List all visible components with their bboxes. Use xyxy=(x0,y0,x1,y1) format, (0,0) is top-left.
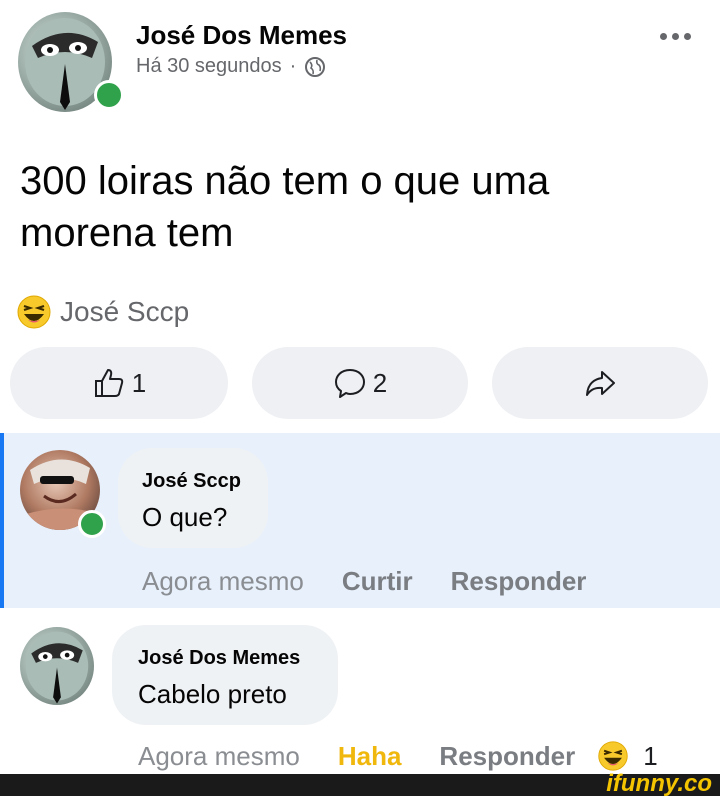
comment-2-haha-button[interactable]: Haha xyxy=(338,741,402,772)
comment-2-reply-button[interactable]: Responder xyxy=(439,741,575,772)
comment-2-haha-emoji-icon xyxy=(598,741,628,771)
comment-1-author[interactable]: José Sccp xyxy=(142,470,241,493)
ifunny-watermark: ifunny.co xyxy=(606,770,712,797)
online-status-dot xyxy=(94,80,124,110)
globe-icon xyxy=(305,56,326,77)
more-options-icon[interactable] xyxy=(660,30,696,42)
comment-2-time[interactable]: Agora mesmo xyxy=(138,741,300,772)
thumbs-up-icon xyxy=(94,369,123,397)
meta-separator: · xyxy=(289,55,297,77)
comment-2-bubble[interactable]: José Dos Memes Cabelo preto xyxy=(112,625,338,725)
reactor-name: José Sccp xyxy=(60,296,190,327)
share-arrow-icon xyxy=(586,371,615,396)
comment-1-reply-button[interactable]: Responder xyxy=(451,566,587,597)
post-text: 300 loiras não tem o que uma morena tem xyxy=(20,155,549,259)
reactions-summary[interactable]: José Sccp xyxy=(16,294,189,330)
comment-bubble-icon xyxy=(334,369,365,398)
comment-2-actions: Agora mesmo Haha Responder 1 xyxy=(138,740,658,772)
comment-count: 2 xyxy=(372,367,388,398)
post-meta: Há 30 segundos · xyxy=(136,55,326,78)
share-button[interactable] xyxy=(492,347,708,419)
post-time[interactable]: Há 30 segundos xyxy=(136,55,282,78)
comment-2-text: Cabelo preto xyxy=(138,679,287,709)
watermark-bar: ifunny.co xyxy=(0,770,720,797)
comment-2-author[interactable]: José Dos Memes xyxy=(138,647,300,670)
post-text-line2: morena tem xyxy=(20,211,234,255)
comment-1-text: O que? xyxy=(142,502,228,532)
post-author-name[interactable]: José Dos Memes xyxy=(136,20,347,51)
joker-avatar-small-icon xyxy=(25,631,89,704)
comment-2-reaction-count: 1 xyxy=(643,740,658,771)
comment-button[interactable]: 2 xyxy=(252,347,468,419)
post-text-line1: 300 loiras não tem o que uma xyxy=(20,159,550,203)
comment-1-bubble[interactable]: José Sccp O que? xyxy=(118,448,268,548)
comment-2-avatar[interactable] xyxy=(20,627,94,705)
comment-1-actions: Agora mesmo Curtir Responder xyxy=(142,566,586,597)
comment-1-online-dot xyxy=(78,510,106,538)
comment-1-like-button[interactable]: Curtir xyxy=(342,566,413,597)
comment-1-time[interactable]: Agora mesmo xyxy=(142,566,304,597)
like-button[interactable]: 1 xyxy=(10,347,228,419)
like-count: 1 xyxy=(131,367,147,398)
haha-emoji-icon xyxy=(17,295,51,329)
